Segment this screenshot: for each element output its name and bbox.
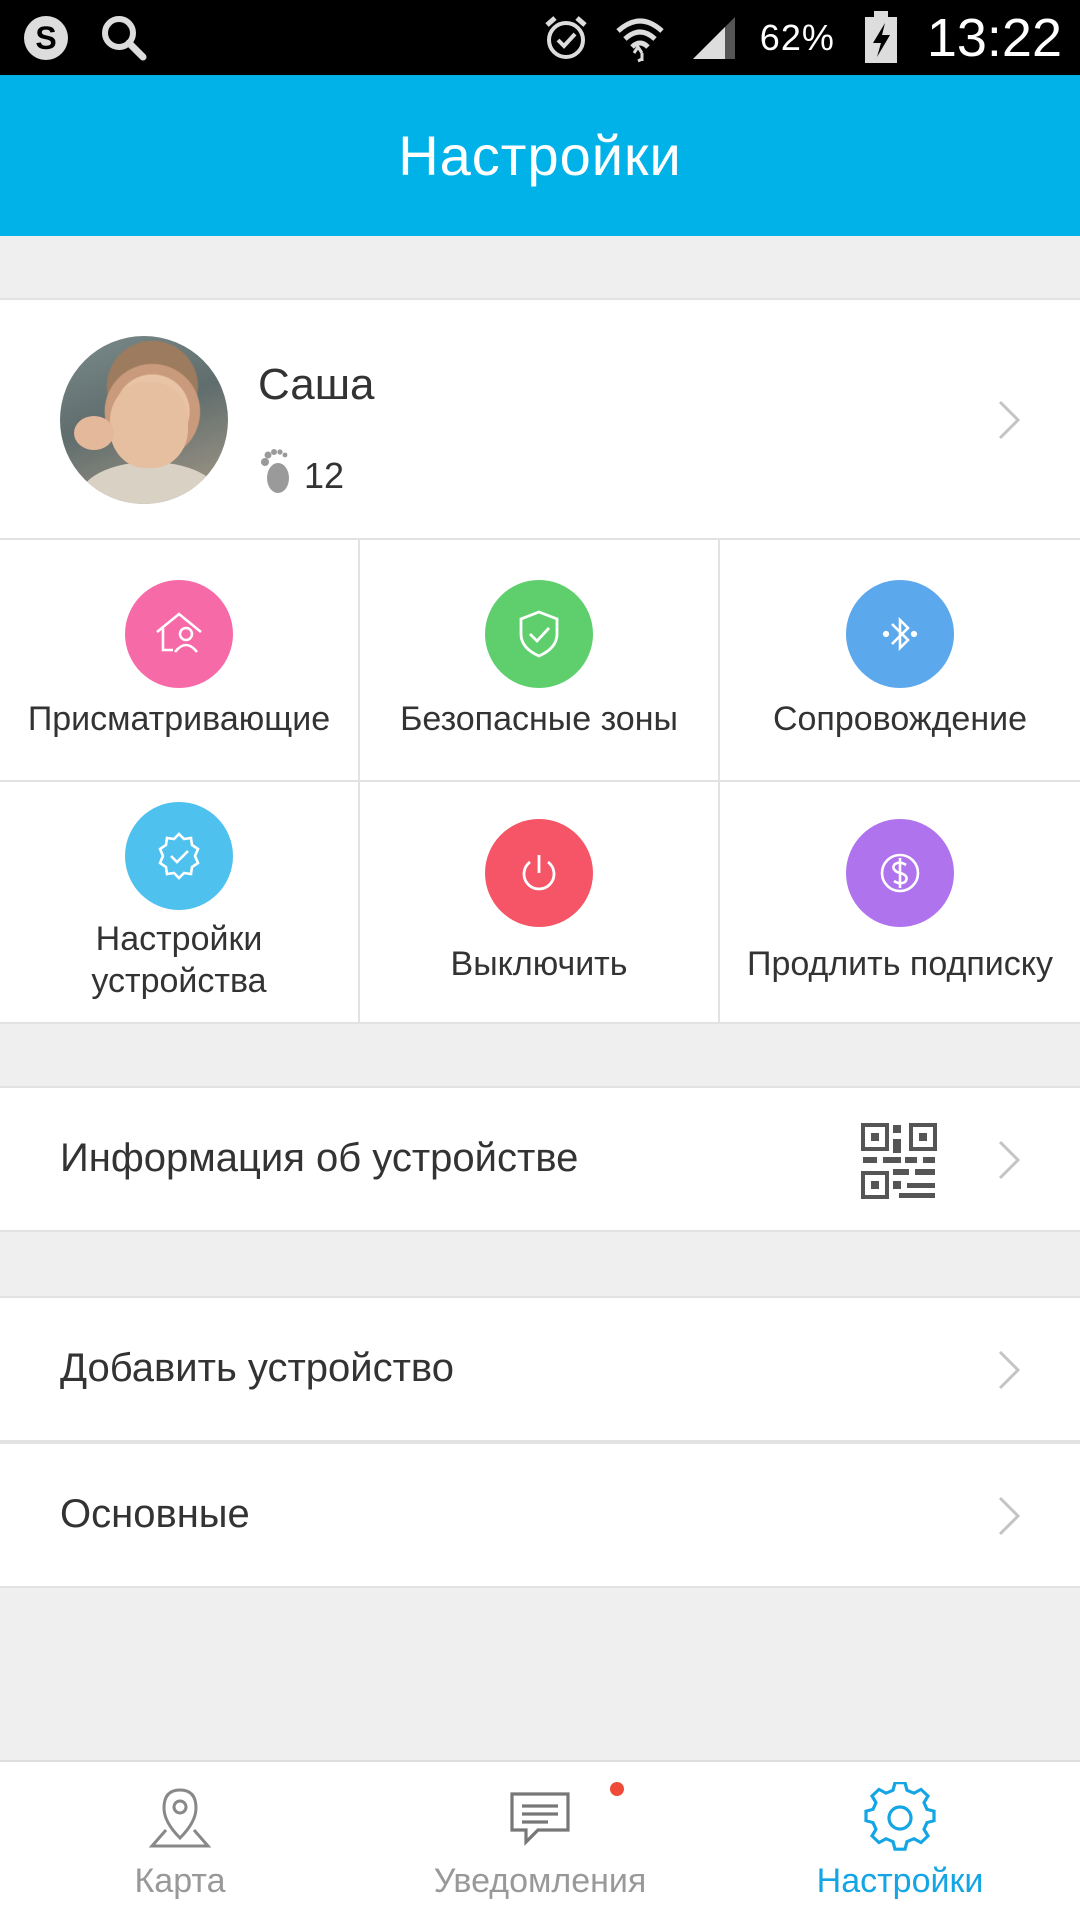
notification-dot: [610, 1782, 624, 1796]
footprint-icon: [258, 448, 292, 503]
grid-label-subscription: Продлить подписку: [747, 945, 1053, 983]
avatar: [60, 336, 228, 504]
nav-tab-map[interactable]: Карта: [0, 1762, 360, 1920]
nav-tab-settings[interactable]: Настройки: [720, 1762, 1080, 1920]
alarm-icon: [538, 10, 594, 66]
signal-icon: [686, 10, 742, 66]
function-grid: Присматривающие Безопасные зоны Сопровож…: [0, 540, 1080, 1024]
nav-label-settings: Настройки: [816, 1862, 984, 1900]
family-icon: [125, 580, 233, 688]
svg-text:S: S: [35, 20, 56, 56]
general-label: Основные: [60, 1492, 250, 1536]
grid-item-subscription[interactable]: Продлить подписку: [720, 782, 1080, 1024]
battery-percent: 62%: [759, 17, 835, 58]
nav-label-map: Карта: [134, 1862, 226, 1900]
message-icon: [510, 1792, 570, 1846]
wifi-icon: [612, 10, 668, 66]
shield-check-icon: [485, 580, 593, 688]
nav-label-notifications: Уведомления: [433, 1862, 647, 1900]
device-info-label: Информация об устройстве: [60, 1136, 579, 1180]
general-row[interactable]: Основные: [0, 1442, 1080, 1588]
steps-value: 12: [304, 454, 345, 496]
qr-code-icon[interactable]: [860, 1122, 938, 1200]
bluetooth-icon: [846, 580, 954, 688]
map-pin-icon: [148, 1788, 212, 1848]
clock: 13:22: [926, 8, 1062, 68]
chevron-right-icon: [998, 1496, 1021, 1536]
chevron-right-icon: [998, 1350, 1021, 1390]
power-icon: [485, 819, 593, 927]
grid-label-power-off: Выключить: [450, 945, 628, 983]
search-icon: [96, 10, 152, 66]
grid-label-guardians: Присматривающие: [27, 700, 331, 738]
dollar-icon: [846, 819, 954, 927]
gear-check-icon: [125, 802, 233, 910]
profile-row[interactable]: Саша 12: [0, 298, 1080, 540]
grid-item-guardians[interactable]: Присматривающие: [0, 540, 360, 782]
grid-item-power-off[interactable]: Выключить: [360, 782, 720, 1024]
profile-name: Саша: [258, 360, 375, 409]
steps-counter: 12: [258, 448, 344, 503]
nav-tab-notifications[interactable]: Уведомления: [360, 1762, 720, 1920]
chevron-right-icon: [998, 1140, 1021, 1180]
gear-icon: [864, 1782, 936, 1851]
add-device-label: Добавить устройство: [60, 1346, 454, 1390]
grid-item-safe-zones[interactable]: Безопасные зоны: [360, 540, 720, 782]
grid-label-escort: Сопровождение: [772, 700, 1028, 738]
skype-icon: S: [18, 10, 74, 66]
status-bar: S 62% 13:22: [0, 0, 1080, 75]
bottom-nav: Карта Уведомления Настройки: [0, 1760, 1080, 1920]
app-bar: Настройки: [0, 75, 1080, 236]
battery-charging-icon: [853, 10, 909, 66]
add-device-row[interactable]: Добавить устройство: [0, 1296, 1080, 1442]
grid-item-device-settings[interactable]: Настройки устройства: [0, 782, 360, 1024]
chevron-right-icon: [998, 400, 1021, 440]
grid-item-escort[interactable]: Сопровождение: [720, 540, 1080, 782]
page-title: Настройки: [398, 124, 682, 187]
device-info-row[interactable]: Информация об устройстве: [0, 1086, 1080, 1232]
grid-label-device-settings: Настройки устройства: [91, 920, 267, 1000]
grid-label-safe-zones: Безопасные зоны: [400, 700, 678, 738]
